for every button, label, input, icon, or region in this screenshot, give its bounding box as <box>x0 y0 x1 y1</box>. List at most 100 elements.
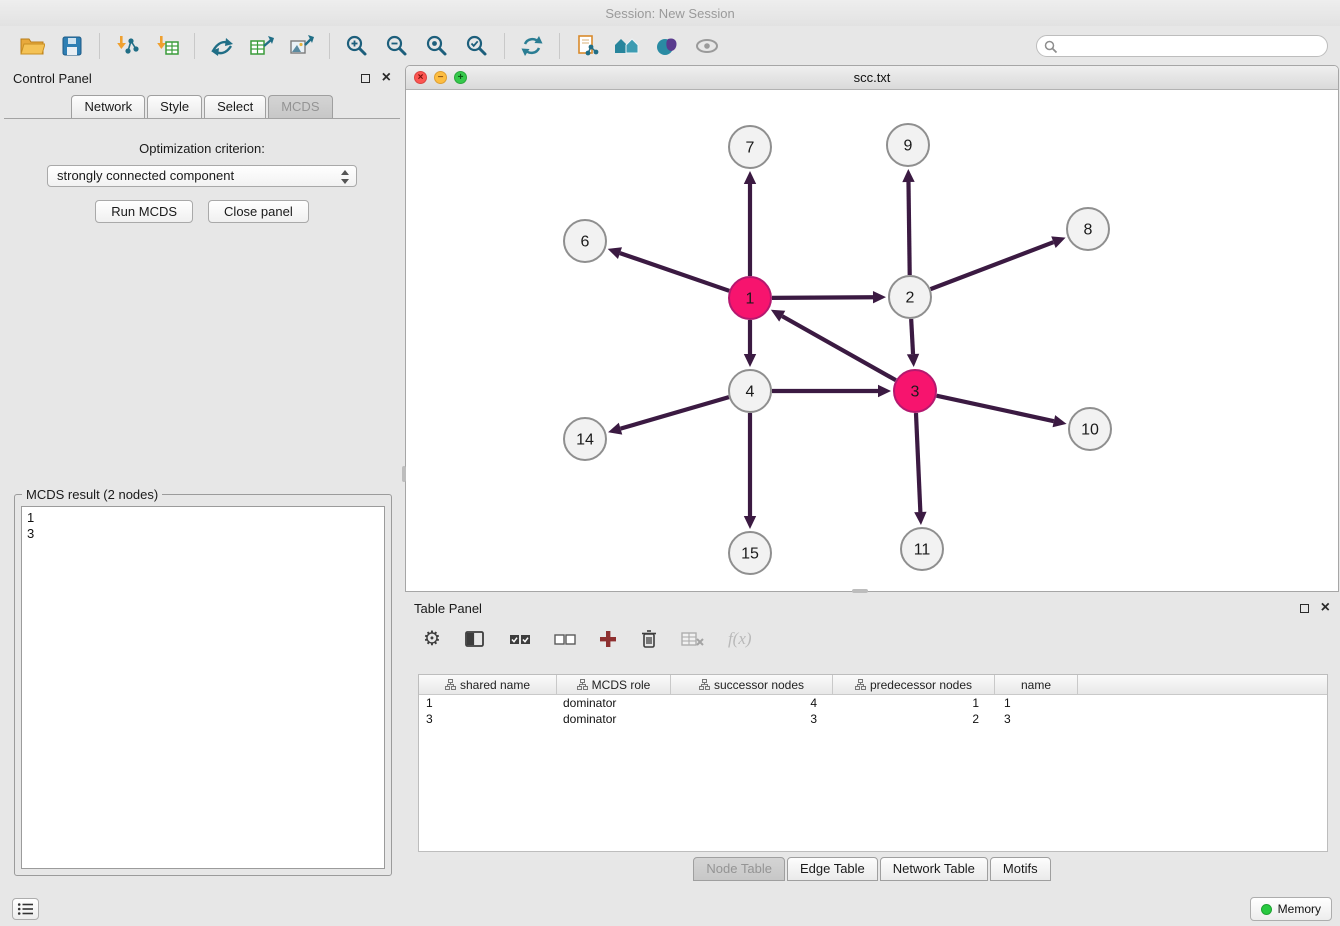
splitter-grip-horizontal[interactable] <box>852 589 868 593</box>
graph-edge-2-8[interactable] <box>931 242 1054 289</box>
control-panel-tabs: Network Style Select MCDS <box>4 90 400 119</box>
float-panel-icon[interactable] <box>1300 604 1309 613</box>
graph-edge-2-3[interactable] <box>911 319 913 354</box>
mcds-result-list[interactable]: 13 <box>21 506 385 869</box>
column-header-mcds-role[interactable]: MCDS role <box>557 675 671 694</box>
graph-edge-2-9[interactable] <box>908 182 909 275</box>
table-panel-header: Table Panel × <box>405 596 1339 620</box>
export-image-icon[interactable] <box>282 30 322 62</box>
zoom-fit-icon[interactable] <box>417 30 457 62</box>
table-settings-gear-icon[interactable]: ⚙ <box>423 629 441 649</box>
float-panel-icon[interactable] <box>361 74 370 83</box>
edge-arrowhead <box>744 171 756 184</box>
table-cell: 3 <box>671 711 833 727</box>
table-cell: 1 <box>419 695 557 711</box>
tab-motifs[interactable]: Motifs <box>990 857 1051 881</box>
clone-network-icon[interactable] <box>567 30 607 62</box>
search-input[interactable] <box>1061 38 1321 55</box>
criterion-dropdown[interactable]: strongly connected component <box>47 165 357 187</box>
graph-edge-1-2[interactable] <box>772 297 873 298</box>
close-panel-icon[interactable]: × <box>382 71 391 85</box>
create-column-plus-icon[interactable] <box>599 630 617 648</box>
window-minimize-icon[interactable]: − <box>434 71 447 84</box>
unselect-all-columns-icon[interactable] <box>554 633 576 646</box>
import-network-icon[interactable] <box>107 30 147 62</box>
toolbar-separator <box>559 33 560 59</box>
column-header-shared-name[interactable]: shared name <box>419 675 557 694</box>
mcds-result-item[interactable]: 3 <box>27 526 379 542</box>
first-neighbors-icon[interactable] <box>607 30 647 62</box>
control-panel-title: Control Panel <box>13 71 92 86</box>
table-row[interactable]: 1dominator411 <box>419 695 1327 711</box>
import-table-icon[interactable] <box>147 30 187 62</box>
network-share-icon[interactable] <box>202 30 242 62</box>
column-header-predecessor-nodes[interactable]: predecessor nodes <box>833 675 995 694</box>
list-icon <box>17 902 34 916</box>
tab-node-table[interactable]: Node Table <box>693 857 785 881</box>
table-panel-tabs: Node Table Edge Table Network Table Moti… <box>405 857 1339 881</box>
mcds-result-groupbox: MCDS result (2 nodes) 13 <box>14 494 392 876</box>
select-all-columns-icon[interactable] <box>509 633 531 646</box>
control-panel: Control Panel × Network Style Select MCD… <box>4 66 400 884</box>
graph-node-label: 1 <box>746 291 755 308</box>
graph-edge-1-6[interactable] <box>620 253 729 291</box>
delete-table-icon <box>681 630 705 648</box>
toolbar-separator <box>504 33 505 59</box>
mcds-result-item[interactable]: 1 <box>27 510 379 526</box>
window-maximize-icon[interactable]: + <box>454 71 467 84</box>
tab-style[interactable]: Style <box>147 95 202 118</box>
graph-edge-4-14[interactable] <box>621 397 729 429</box>
graph-node-label: 3 <box>911 384 920 401</box>
run-mcds-button[interactable]: Run MCDS <box>95 200 193 223</box>
column-header-successor-nodes[interactable]: successor nodes <box>671 675 833 694</box>
table-cell: 3 <box>995 711 1078 727</box>
edge-arrowhead <box>878 385 891 397</box>
edge-arrowhead <box>873 291 886 303</box>
open-folder-icon[interactable] <box>12 30 52 62</box>
table-cell: 4 <box>671 695 833 711</box>
search-field[interactable] <box>1036 35 1328 57</box>
edge-arrowhead <box>744 516 756 529</box>
table-cell: dominator <box>557 695 671 711</box>
window-close-icon[interactable]: × <box>414 71 427 84</box>
graph-node-label: 15 <box>741 546 759 563</box>
network-canvas[interactable]: 1234678910111415 <box>406 90 1338 591</box>
splitter-grip-vertical[interactable] <box>402 466 406 482</box>
column-header-name[interactable]: name <box>995 675 1078 694</box>
close-panel-button[interactable]: Close panel <box>208 200 309 223</box>
save-icon[interactable] <box>52 30 92 62</box>
memory-status-icon <box>1261 904 1272 915</box>
task-history-button[interactable] <box>12 898 39 920</box>
graph-node-label: 14 <box>576 432 594 449</box>
graph-edge-3-11[interactable] <box>916 413 920 512</box>
style-paint-icon[interactable] <box>647 30 687 62</box>
close-panel-icon[interactable]: × <box>1321 601 1330 615</box>
tab-network-table[interactable]: Network Table <box>880 857 988 881</box>
zoom-selected-icon[interactable] <box>457 30 497 62</box>
mcds-result-title: MCDS result (2 nodes) <box>22 487 162 502</box>
show-columns-icon[interactable] <box>464 630 486 649</box>
tab-edge-table[interactable]: Edge Table <box>787 857 878 881</box>
tab-select[interactable]: Select <box>204 95 266 118</box>
graph-node-label: 8 <box>1084 222 1093 239</box>
table-cell: dominator <box>557 711 671 727</box>
zoom-in-icon[interactable] <box>337 30 377 62</box>
column-tree-icon <box>699 679 710 690</box>
export-table-icon[interactable] <box>242 30 282 62</box>
dropdown-arrows-icon <box>341 169 350 185</box>
graph-edge-3-1[interactable] <box>782 316 896 380</box>
tab-network[interactable]: Network <box>71 95 145 118</box>
tab-mcds[interactable]: MCDS <box>268 95 332 118</box>
memory-button[interactable]: Memory <box>1250 897 1332 921</box>
edge-arrowhead <box>1053 415 1067 427</box>
refresh-icon[interactable] <box>512 30 552 62</box>
graph-node-label: 7 <box>746 140 755 157</box>
delete-column-trash-icon[interactable] <box>640 629 658 649</box>
show-hide-eye-icon[interactable] <box>687 30 727 62</box>
optimization-criterion-label: Optimization criterion: <box>4 141 400 156</box>
edge-arrowhead <box>608 247 622 259</box>
zoom-out-icon[interactable] <box>377 30 417 62</box>
function-builder-icon: f(x) <box>728 629 752 649</box>
table-row[interactable]: 3dominator323 <box>419 711 1327 727</box>
graph-edge-3-10[interactable] <box>936 396 1053 421</box>
